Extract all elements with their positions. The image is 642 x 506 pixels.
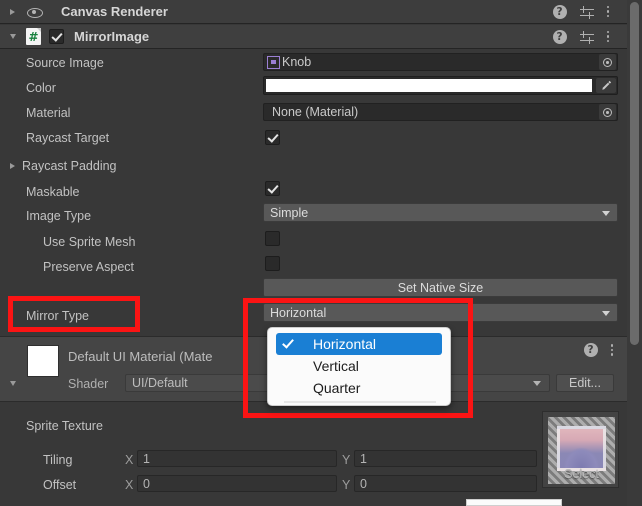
shader-edit-button[interactable]: Edit...: [556, 374, 614, 392]
maskable-checkbox[interactable]: [265, 181, 280, 196]
tiling-y-label: Y: [342, 453, 351, 467]
texture-checker-background: Select: [548, 417, 615, 484]
texture-preview[interactable]: Select: [542, 411, 619, 488]
material-header-icons: ?: [583, 343, 613, 357]
dropdown-option-horizontal[interactable]: Horizontal: [276, 333, 442, 355]
preset-icon[interactable]: [579, 30, 594, 44]
material-object-field[interactable]: None (Material): [263, 103, 618, 121]
help-icon[interactable]: ?: [583, 343, 598, 357]
property-label-use-sprite-mesh: Use Sprite Mesh: [43, 235, 136, 249]
offset-label: Offset: [43, 478, 77, 492]
vertical-scrollbar[interactable]: [627, 0, 642, 506]
property-label-color: Color: [26, 81, 56, 95]
help-icon[interactable]: ?: [552, 4, 567, 19]
eye-icon[interactable]: [27, 5, 43, 19]
source-image-object-field[interactable]: Knob: [263, 53, 618, 71]
dropdown-option-vertical[interactable]: Vertical: [276, 355, 442, 377]
offset-y-input[interactable]: 0: [354, 475, 537, 492]
popup-footer-divider: [284, 401, 436, 403]
eyedropper-icon[interactable]: [596, 78, 616, 93]
offset-x-label: X: [125, 478, 134, 492]
sprite-icon: [267, 55, 280, 69]
material-title: Default UI Material (Mate: [68, 349, 213, 364]
object-picker-icon[interactable]: [599, 54, 616, 70]
material-value: None (Material): [272, 105, 359, 119]
shader-value: UI/Default: [132, 376, 188, 390]
material-swatch: [27, 345, 59, 377]
dropdown-option-quarter[interactable]: Quarter: [276, 377, 442, 399]
preset-icon[interactable]: [579, 5, 594, 19]
foldout-arrow-mirrorimage[interactable]: [10, 34, 16, 39]
clipped-popup-edge: [466, 499, 562, 506]
texture-select-button[interactable]: Select: [550, 465, 613, 482]
component-title-mirrorimage: MirrorImage: [74, 29, 150, 44]
property-label-preserve-aspect: Preserve Aspect: [43, 260, 135, 274]
preserve-aspect-checkbox[interactable]: [265, 256, 280, 271]
offset-x-input[interactable]: 0: [137, 475, 337, 492]
image-type-value: Simple: [270, 205, 309, 220]
help-icon[interactable]: ?: [552, 29, 567, 44]
kebab-menu-icon[interactable]: [606, 30, 609, 43]
mirror-type-dropdown-popup[interactable]: Horizontal Vertical Quarter: [267, 327, 451, 406]
property-label-maskable: Maskable: [26, 185, 80, 199]
object-picker-icon[interactable]: [599, 104, 616, 120]
source-image-value: Knob: [282, 55, 312, 69]
unity-inspector-panel: Canvas Renderer ? # MirrorImage ? Source…: [0, 0, 642, 506]
foldout-arrow-material[interactable]: [10, 381, 16, 386]
color-swatch[interactable]: [266, 79, 592, 92]
kebab-menu-icon[interactable]: [606, 5, 609, 18]
sprite-texture-section-label: Sprite Texture: [26, 419, 103, 433]
component-header-canvas-renderer[interactable]: Canvas Renderer ?: [0, 0, 627, 24]
chevron-down-icon: [533, 381, 541, 386]
tiling-x-input[interactable]: 1: [137, 450, 337, 467]
chevron-down-icon: [602, 211, 610, 216]
color-field[interactable]: [263, 76, 618, 95]
use-sprite-mesh-checkbox[interactable]: [265, 231, 280, 246]
foldout-arrow-canvas-renderer[interactable]: [10, 8, 15, 15]
offset-y-label: Y: [342, 478, 351, 492]
check-icon: [282, 336, 294, 349]
header-icon-group-mirrorimage: ?: [552, 29, 609, 44]
property-foldout-raycast-padding[interactable]: Raycast Padding: [10, 155, 117, 177]
tiling-y-input[interactable]: 1: [354, 450, 537, 467]
set-native-size-button[interactable]: Set Native Size: [263, 278, 618, 297]
header-icon-group-canvas-renderer: ?: [552, 4, 609, 19]
csharp-script-icon: #: [26, 28, 41, 45]
foldout-arrow-raycast-padding[interactable]: [10, 163, 15, 169]
component-title-canvas-renderer: Canvas Renderer: [61, 4, 168, 19]
tiling-label: Tiling: [43, 453, 73, 467]
shader-label: Shader: [68, 377, 109, 391]
chevron-down-icon: [602, 311, 610, 316]
scrollbar-thumb[interactable]: [630, 2, 639, 345]
component-header-mirrorimage[interactable]: # MirrorImage ?: [0, 25, 627, 49]
kebab-menu-icon[interactable]: [610, 344, 613, 356]
raycast-target-checkbox[interactable]: [265, 130, 280, 145]
property-label-material: Material: [26, 106, 71, 120]
property-label-raycast-target: Raycast Target: [26, 131, 110, 145]
property-label-source-image: Source Image: [26, 56, 104, 70]
component-enabled-checkbox[interactable]: [49, 29, 64, 44]
property-label-image-type: Image Type: [26, 209, 92, 223]
tiling-x-label: X: [125, 453, 134, 467]
image-type-dropdown[interactable]: Simple: [263, 203, 618, 222]
annotation-box-mirror-type-label: [8, 296, 140, 332]
